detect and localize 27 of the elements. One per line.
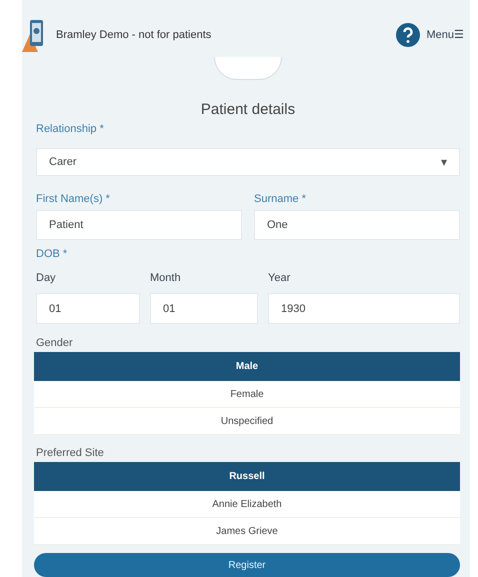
input-field[interactable]: 01	[36, 293, 140, 324]
input-field[interactable]: 01	[150, 293, 258, 324]
option-button[interactable]: Male	[34, 352, 460, 381]
input-field[interactable]: One	[254, 210, 460, 240]
option-button[interactable]: James Grieve	[34, 518, 460, 545]
option-button[interactable]: Russell	[34, 462, 460, 491]
dropdown-field[interactable]: Carer ▾	[36, 148, 460, 176]
field-label: DOB *	[36, 248, 68, 260]
help-icon[interactable]	[396, 22, 420, 46]
field-label: Surname *	[254, 192, 307, 207]
field-label: Month	[150, 271, 182, 286]
field-label: Preferred Site	[36, 447, 104, 459]
input-field[interactable]: Patient	[36, 210, 242, 240]
page-title: Patient details	[200, 101, 296, 118]
register-button[interactable]: Register	[34, 553, 460, 577]
field-label: Relationship *	[36, 122, 105, 137]
field-label: Gender	[36, 337, 73, 349]
option-button[interactable]: Unspecified	[34, 408, 460, 435]
input-field[interactable]: 1930	[268, 293, 460, 324]
menu-button[interactable]: Menu☰	[426, 28, 464, 41]
field-label: Day	[36, 271, 57, 286]
field-label: First Name(s) *	[36, 192, 111, 207]
app-title: Bramley Demo - not for patients	[56, 28, 212, 40]
dropdown-caret-icon: ▾	[441, 155, 447, 169]
field-label: Year	[268, 271, 292, 286]
option-button[interactable]: Annie Elizabeth	[34, 491, 460, 518]
option-button[interactable]: Female	[34, 381, 460, 408]
